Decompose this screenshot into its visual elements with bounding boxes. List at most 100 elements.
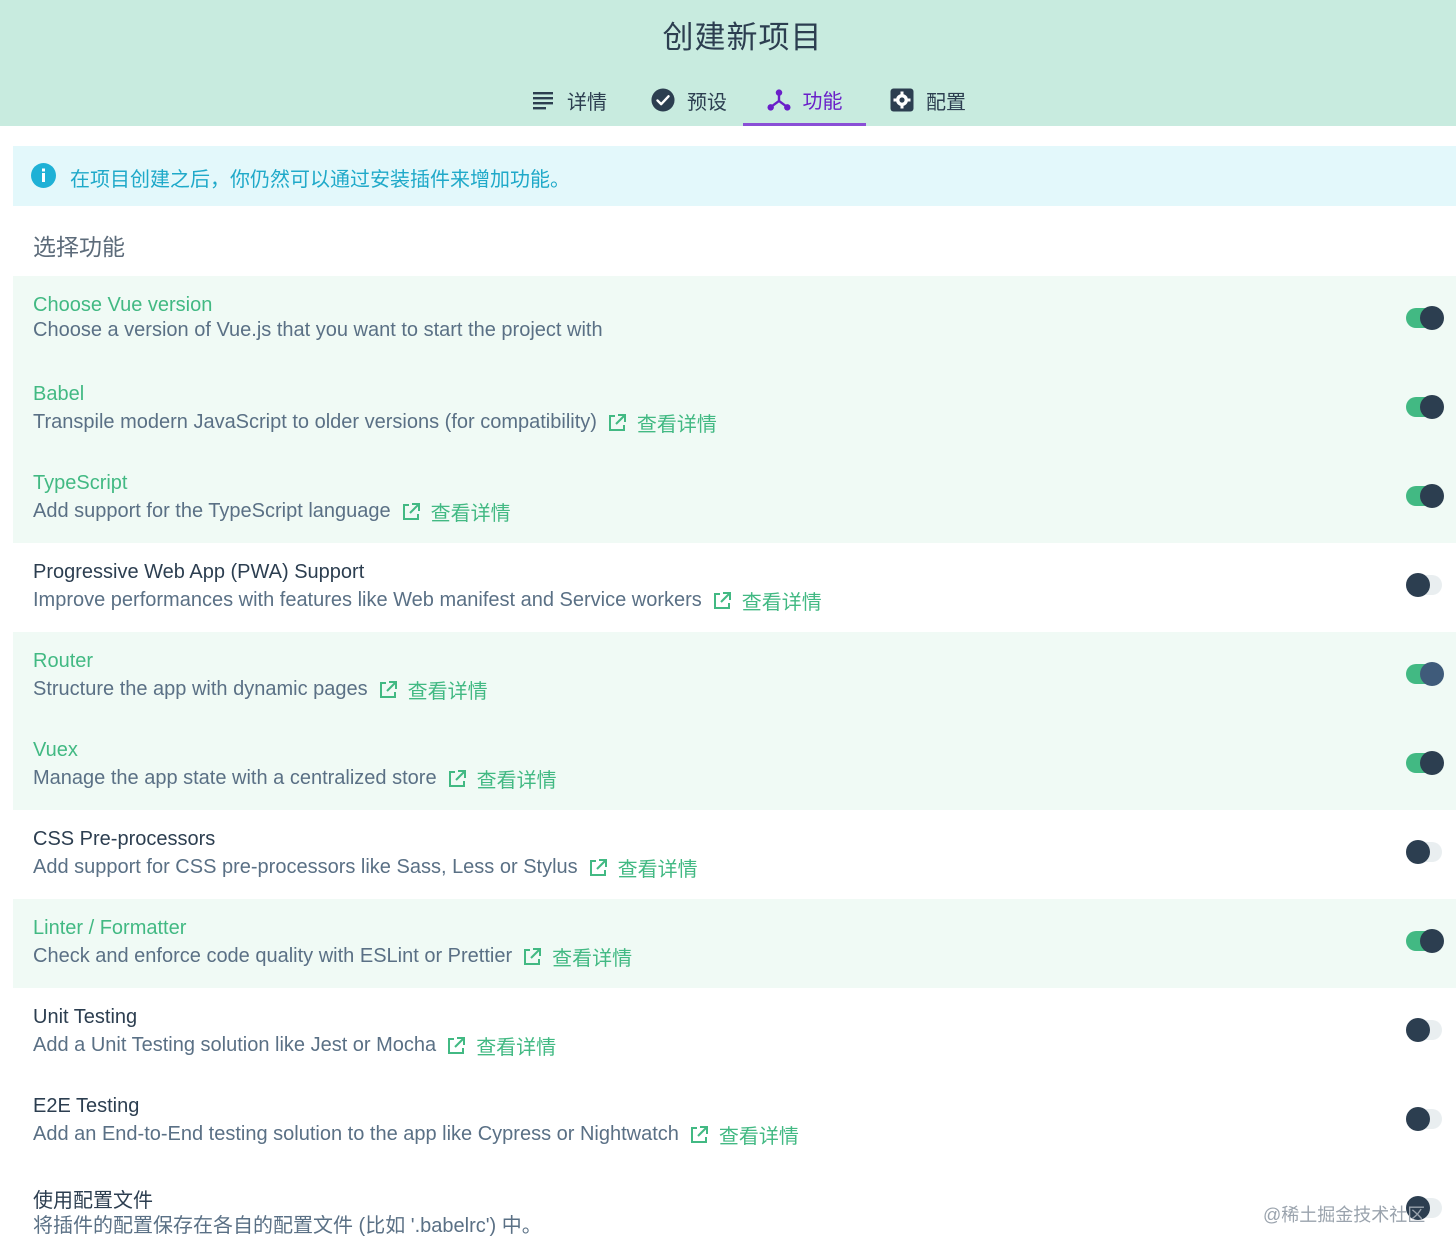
feature-description-text: Add support for CSS pre-processors like … bbox=[33, 856, 578, 878]
feature-description-text: Add an End-to-End testing solution to th… bbox=[33, 1123, 679, 1145]
feature-toggle[interactable] bbox=[1406, 306, 1444, 330]
more-info-link[interactable]: 查看详情 bbox=[742, 586, 822, 615]
gear-box-icon bbox=[890, 88, 914, 112]
feature-toggle[interactable] bbox=[1406, 840, 1442, 864]
more-info-link[interactable]: 查看详情 bbox=[408, 675, 488, 704]
feature-row[interactable]: Choose Vue version Choose a version of Vu… bbox=[13, 276, 1456, 365]
feature-name: Babel bbox=[33, 383, 85, 405]
info-text: 在项目创建之后，你仍然可以通过安装插件来增加功能。 bbox=[70, 169, 570, 191]
toggle-knob bbox=[1420, 306, 1444, 330]
toggle-knob bbox=[1420, 662, 1444, 686]
external-link-icon[interactable] bbox=[588, 858, 608, 878]
feature-name: E2E Testing bbox=[33, 1095, 140, 1117]
feature-description: Transpile modern JavaScript to older ver… bbox=[33, 408, 717, 437]
toggle-knob bbox=[1406, 573, 1430, 597]
feature-description: Check and enforce code quality with ESLi… bbox=[33, 942, 632, 971]
feature-toggle[interactable] bbox=[1406, 484, 1444, 508]
feature-toggle[interactable] bbox=[1406, 1107, 1442, 1131]
feature-row[interactable]: Babel Transpile modern JavaScript to olde… bbox=[13, 365, 1456, 454]
tab-presets[interactable]: 预设 bbox=[634, 76, 744, 124]
toggle-knob bbox=[1406, 1107, 1430, 1131]
feature-description: Choose a version of Vue.js that you want… bbox=[33, 319, 603, 342]
feature-toggle[interactable] bbox=[1406, 573, 1442, 597]
feature-name: Progressive Web App (PWA) Support bbox=[33, 561, 365, 583]
tab-details-label: 详情 bbox=[567, 91, 607, 114]
feature-toggle[interactable] bbox=[1406, 395, 1444, 419]
feature-row[interactable]: 使用配置文件 将插件的配置保存在各自的配置文件 (比如 '.babelrc') 中… bbox=[13, 1166, 1456, 1255]
external-link-icon[interactable] bbox=[689, 1125, 709, 1145]
feature-row[interactable]: Vuex Manage the app state with a centrali… bbox=[13, 721, 1456, 810]
feature-description-text: Structure the app with dynamic pages bbox=[33, 678, 368, 700]
feature-description-text: Manage the app state with a centralized … bbox=[33, 767, 437, 789]
feature-name: Router bbox=[33, 650, 94, 672]
toggle-knob bbox=[1420, 484, 1444, 508]
feature-description: Add support for the TypeScript language 查… bbox=[33, 497, 511, 526]
feature-row[interactable]: TypeScript Add support for the TypeScript… bbox=[13, 454, 1456, 543]
feature-name: Unit Testing bbox=[33, 1006, 138, 1028]
feature-name: Vuex bbox=[33, 739, 78, 761]
list-icon bbox=[531, 88, 555, 112]
toggle-knob bbox=[1420, 929, 1444, 953]
more-info-link[interactable]: 查看详情 bbox=[476, 1031, 556, 1060]
external-link-icon[interactable] bbox=[446, 1036, 466, 1056]
feature-description: Add a Unit Testing solution like Jest or… bbox=[33, 1031, 556, 1060]
feature-toggle[interactable] bbox=[1406, 1018, 1442, 1042]
tab-features-label: 功能 bbox=[802, 91, 843, 113]
toggle-knob bbox=[1420, 395, 1444, 419]
tab-bar: 详情 预设 功能 配置 bbox=[0, 76, 1456, 126]
feature-row[interactable]: Progressive Web App (PWA) Support Improve… bbox=[13, 543, 1456, 632]
info-banner: 在项目创建之后，你仍然可以通过安装插件来增加功能。 bbox=[13, 146, 1456, 206]
feature-toggle[interactable] bbox=[1406, 662, 1444, 686]
feature-name: Choose Vue version bbox=[33, 294, 213, 316]
feature-row[interactable]: CSS Pre-processors Add support for CSS pr… bbox=[13, 810, 1456, 899]
toggle-knob bbox=[1406, 1018, 1430, 1042]
tab-config-label: 配置 bbox=[926, 91, 966, 114]
tab-config[interactable]: 配置 bbox=[878, 76, 978, 124]
external-link-icon[interactable] bbox=[607, 413, 627, 433]
toggle-knob bbox=[1406, 840, 1430, 864]
feature-row[interactable]: E2E Testing Add an End-to-End testing sol… bbox=[13, 1077, 1456, 1166]
external-link-icon[interactable] bbox=[401, 502, 421, 522]
external-link-icon[interactable] bbox=[522, 947, 542, 967]
feature-description: Add an End-to-End testing solution to th… bbox=[33, 1120, 799, 1149]
feature-name: TypeScript bbox=[33, 472, 128, 494]
more-info-link[interactable]: 查看详情 bbox=[637, 408, 717, 437]
tab-features[interactable]: 功能 bbox=[743, 76, 866, 126]
external-link-icon[interactable] bbox=[447, 769, 467, 789]
feature-description: 将插件的配置保存在各自的配置文件 (比如 '.babelrc') 中。 bbox=[33, 1209, 542, 1238]
tab-details[interactable]: 详情 bbox=[514, 76, 624, 124]
feature-description: Improve performances with features like … bbox=[33, 586, 822, 615]
page-title: 创建新项目 bbox=[662, 20, 823, 55]
feature-description-text: 将插件的配置保存在各自的配置文件 (比如 '.babelrc') 中。 bbox=[33, 1215, 542, 1237]
section-title: 选择功能 bbox=[33, 234, 125, 260]
feature-name: Linter / Formatter bbox=[33, 917, 187, 939]
feature-toggle[interactable] bbox=[1406, 751, 1444, 775]
toggle-knob bbox=[1420, 751, 1444, 775]
external-link-icon[interactable] bbox=[378, 680, 398, 700]
feature-description: Add support for CSS pre-processors like … bbox=[33, 853, 698, 882]
header: 创建新项目 详情 预设 功能 配置 bbox=[0, 0, 1456, 126]
feature-description: Structure the app with dynamic pages 查看详情 bbox=[33, 675, 488, 704]
external-link-icon[interactable] bbox=[712, 591, 732, 611]
feature-toggle[interactable] bbox=[1406, 929, 1444, 953]
feature-row[interactable]: Router Structure the app with dynamic pag… bbox=[13, 632, 1456, 721]
check-circle-icon bbox=[651, 88, 675, 112]
feature-row[interactable]: Unit Testing Add a Unit Testing solution … bbox=[13, 988, 1456, 1077]
feature-description-text: Transpile modern JavaScript to older ver… bbox=[33, 411, 597, 433]
feature-description: Manage the app state with a centralized … bbox=[33, 764, 557, 793]
more-info-link[interactable]: 查看详情 bbox=[477, 764, 557, 793]
feature-row[interactable]: Linter / Formatter Check and enforce code… bbox=[13, 899, 1456, 988]
feature-description-text: Choose a version of Vue.js that you want… bbox=[33, 319, 603, 341]
fork-icon bbox=[766, 88, 791, 112]
more-info-link[interactable]: 查看详情 bbox=[618, 853, 698, 882]
more-info-link[interactable]: 查看详情 bbox=[719, 1120, 799, 1149]
feature-description-text: Check and enforce code quality with ESLi… bbox=[33, 945, 513, 967]
watermark: @稀土掘金技术社区 bbox=[1263, 1205, 1426, 1225]
more-info-link[interactable]: 查看详情 bbox=[431, 497, 511, 526]
feature-description-text: Add a Unit Testing solution like Jest or… bbox=[33, 1034, 437, 1056]
tab-presets-label: 预设 bbox=[687, 91, 727, 114]
more-info-link[interactable]: 查看详情 bbox=[552, 942, 632, 971]
feature-description-text: Improve performances with features like … bbox=[33, 589, 702, 611]
feature-name: CSS Pre-processors bbox=[33, 828, 216, 850]
info-icon bbox=[31, 163, 56, 188]
